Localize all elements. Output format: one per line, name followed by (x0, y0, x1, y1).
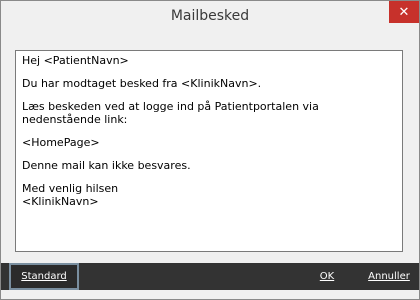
editor-line: Denne mail kan ikke besvares. (22, 159, 191, 172)
ok-button[interactable]: OK (317, 263, 337, 290)
message-editor[interactable]: Hej <PatientNavn> Du har modtaget besked… (15, 50, 403, 252)
editor-blank-line (22, 90, 396, 100)
editor-blank-line (22, 126, 396, 136)
standard-button[interactable]: Standard (9, 263, 79, 290)
editor-line: nedenstående link: (22, 113, 128, 126)
editor-line: <KlinikNavn> (22, 195, 99, 208)
editor-blank-line (22, 149, 396, 159)
editor-blank-line (22, 67, 396, 77)
editor-line: Du har modtaget besked fra <KlinikNavn>. (22, 77, 262, 90)
editor-blank-line (22, 172, 396, 182)
editor-line: Hej <PatientNavn> (22, 54, 129, 67)
title-bar: Mailbesked ✕ (1, 1, 419, 31)
mail-dialog: Mailbesked ✕ Hej <PatientNavn> Du har mo… (0, 0, 420, 300)
dialog-title: Mailbesked (170, 8, 250, 24)
close-icon: ✕ (398, 4, 410, 20)
button-bar: Standard OK Annuller (1, 263, 419, 290)
close-button[interactable]: ✕ (389, 1, 419, 23)
editor-line: Læs beskeden ved at logge ind på Patient… (22, 100, 319, 113)
cancel-button[interactable]: Annuller (365, 263, 413, 290)
editor-line: <HomePage> (22, 136, 100, 149)
editor-line: Med venlig hilsen (22, 182, 119, 195)
